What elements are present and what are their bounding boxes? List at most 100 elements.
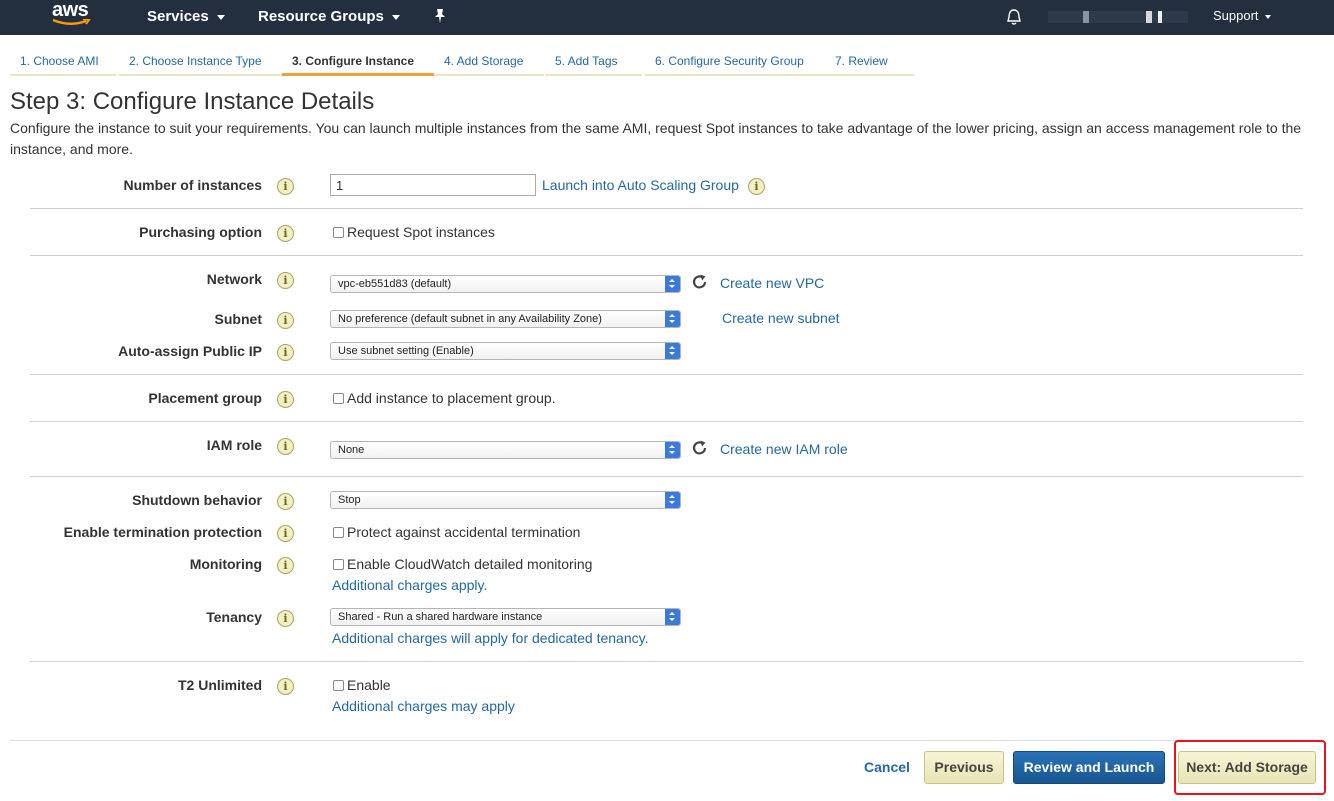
monitoring-checkbox[interactable] bbox=[333, 559, 344, 570]
create-new-subnet-link[interactable]: Create new subnet bbox=[722, 310, 840, 326]
tab-configure-security-group[interactable]: 6. Configure Security Group bbox=[645, 46, 825, 76]
iam-role-value: None bbox=[338, 444, 365, 456]
tenancy-charges-link[interactable]: Additional charges will apply for dedica… bbox=[332, 630, 648, 646]
iam-role-select[interactable]: None bbox=[330, 441, 681, 459]
support-label: Support bbox=[1213, 8, 1259, 23]
services-label: Services bbox=[147, 8, 209, 25]
tab-review[interactable]: 7. Review bbox=[825, 46, 915, 76]
subnet-select-value: No preference (default subnet in any Ava… bbox=[338, 313, 602, 325]
request-spot-option[interactable]: Request Spot instances bbox=[333, 224, 495, 240]
subnet-label: Subnet bbox=[214, 311, 262, 327]
select-arrows-icon bbox=[665, 609, 680, 625]
info-icon[interactable]: i bbox=[277, 438, 294, 455]
info-icon[interactable]: i bbox=[277, 344, 294, 361]
termination-protection-checkbox[interactable] bbox=[333, 527, 344, 538]
network-select[interactable]: vpc-eb551d83 (default) bbox=[330, 275, 681, 293]
monitoring-checkbox-label: Enable CloudWatch detailed monitoring bbox=[347, 556, 593, 572]
bell-icon[interactable] bbox=[1005, 8, 1023, 26]
network-label: Network bbox=[206, 271, 262, 287]
shutdown-behavior-select[interactable]: Stop bbox=[330, 491, 681, 509]
info-icon[interactable]: i bbox=[277, 272, 294, 289]
divider bbox=[30, 374, 1303, 375]
top-nav: aws Services Resource Groups Support bbox=[0, 0, 1334, 35]
create-new-iam-role-link[interactable]: Create new IAM role bbox=[720, 441, 848, 457]
placement-group-checkbox-label: Add instance to placement group. bbox=[347, 390, 556, 406]
services-menu[interactable]: Services bbox=[147, 8, 225, 25]
divider bbox=[30, 421, 1303, 422]
refresh-icon[interactable] bbox=[691, 439, 709, 457]
tenancy-value: Shared - Run a shared hardware instance bbox=[338, 611, 543, 623]
cancel-button[interactable]: Cancel bbox=[858, 751, 916, 784]
resource-groups-label: Resource Groups bbox=[258, 8, 384, 25]
shutdown-behavior-value: Stop bbox=[338, 494, 361, 506]
previous-button[interactable]: Previous bbox=[924, 751, 1004, 784]
select-arrows-icon bbox=[665, 442, 680, 458]
page-title: Step 3: Configure Instance Details bbox=[10, 88, 375, 115]
monitoring-charges-link[interactable]: Additional charges apply. bbox=[332, 577, 487, 593]
t2-unlimited-label: T2 Unlimited bbox=[177, 677, 262, 693]
auto-assign-ip-select[interactable]: Use subnet setting (Enable) bbox=[330, 342, 681, 360]
pin-icon[interactable] bbox=[434, 9, 446, 23]
tenancy-select[interactable]: Shared - Run a shared hardware instance bbox=[330, 608, 681, 626]
select-arrows-icon bbox=[665, 492, 680, 508]
resource-groups-menu[interactable]: Resource Groups bbox=[258, 8, 400, 25]
support-menu[interactable]: Support bbox=[1213, 8, 1271, 23]
info-icon[interactable]: i bbox=[277, 312, 294, 329]
highlight-box bbox=[1174, 740, 1326, 795]
info-icon[interactable]: i bbox=[277, 225, 294, 242]
auto-assign-ip-value: Use subnet setting (Enable) bbox=[338, 345, 474, 357]
network-select-value: vpc-eb551d83 (default) bbox=[338, 278, 452, 290]
subnet-select[interactable]: No preference (default subnet in any Ava… bbox=[330, 310, 681, 328]
tab-choose-ami[interactable]: 1. Choose AMI bbox=[10, 46, 116, 76]
account-menu-redacted[interactable] bbox=[1048, 11, 1188, 23]
create-new-vpc-link[interactable]: Create new VPC bbox=[720, 275, 824, 291]
number-of-instances-label: Number of instances bbox=[123, 177, 262, 193]
monitoring-label: Monitoring bbox=[189, 556, 262, 572]
placement-group-option[interactable]: Add instance to placement group. bbox=[333, 390, 556, 406]
request-spot-checkbox[interactable] bbox=[333, 227, 344, 238]
refresh-icon[interactable] bbox=[691, 273, 709, 291]
tab-choose-instance-type[interactable]: 2. Choose Instance Type bbox=[119, 46, 282, 76]
aws-logo[interactable]: aws bbox=[52, 0, 96, 30]
footer-divider bbox=[10, 740, 1310, 741]
placement-group-checkbox[interactable] bbox=[333, 393, 344, 404]
shutdown-behavior-label: Shutdown behavior bbox=[132, 492, 262, 508]
info-icon[interactable]: i bbox=[277, 525, 294, 542]
tab-add-tags[interactable]: 5. Add Tags bbox=[545, 46, 642, 76]
tab-configure-instance[interactable]: 3. Configure Instance bbox=[282, 46, 434, 76]
divider bbox=[30, 476, 1303, 477]
info-icon[interactable]: i bbox=[748, 178, 765, 195]
auto-assign-ip-label: Auto-assign Public IP bbox=[118, 343, 262, 359]
tenancy-label: Tenancy bbox=[206, 609, 262, 625]
purchasing-option-label: Purchasing option bbox=[139, 224, 262, 240]
number-of-instances-input[interactable] bbox=[330, 174, 536, 196]
info-icon[interactable]: i bbox=[277, 391, 294, 408]
select-arrows-icon bbox=[665, 311, 680, 327]
info-icon[interactable]: i bbox=[277, 493, 294, 510]
select-arrows-icon bbox=[665, 343, 680, 359]
info-icon[interactable]: i bbox=[277, 678, 294, 695]
info-icon[interactable]: i bbox=[277, 557, 294, 574]
select-arrows-icon bbox=[665, 276, 680, 292]
tab-add-storage[interactable]: 4. Add Storage bbox=[434, 46, 544, 76]
termination-protection-checkbox-label: Protect against accidental termination bbox=[347, 524, 581, 540]
review-and-launch-button[interactable]: Review and Launch bbox=[1013, 751, 1165, 784]
page-description: Configure the instance to suit your requ… bbox=[10, 120, 1302, 157]
launch-auto-scaling-link[interactable]: Launch into Auto Scaling Group bbox=[542, 177, 739, 193]
monitoring-option[interactable]: Enable CloudWatch detailed monitoring bbox=[333, 556, 592, 572]
termination-protection-option[interactable]: Protect against accidental termination bbox=[333, 524, 580, 540]
chevron-down-icon bbox=[1264, 14, 1271, 19]
divider bbox=[30, 255, 1303, 256]
t2-unlimited-checkbox-label: Enable bbox=[347, 677, 391, 693]
info-icon[interactable]: i bbox=[277, 178, 294, 195]
t2-unlimited-option[interactable]: Enable bbox=[333, 677, 391, 693]
request-spot-label: Request Spot instances bbox=[347, 224, 495, 240]
divider bbox=[30, 208, 1303, 209]
aws-smile-icon bbox=[52, 19, 91, 25]
info-icon[interactable]: i bbox=[277, 610, 294, 627]
t2-unlimited-charges-link[interactable]: Additional charges may apply bbox=[332, 698, 515, 714]
t2-unlimited-checkbox[interactable] bbox=[333, 680, 344, 691]
placement-group-label: Placement group bbox=[148, 390, 262, 406]
chevron-down-icon bbox=[216, 14, 225, 20]
chevron-down-icon bbox=[391, 14, 400, 20]
